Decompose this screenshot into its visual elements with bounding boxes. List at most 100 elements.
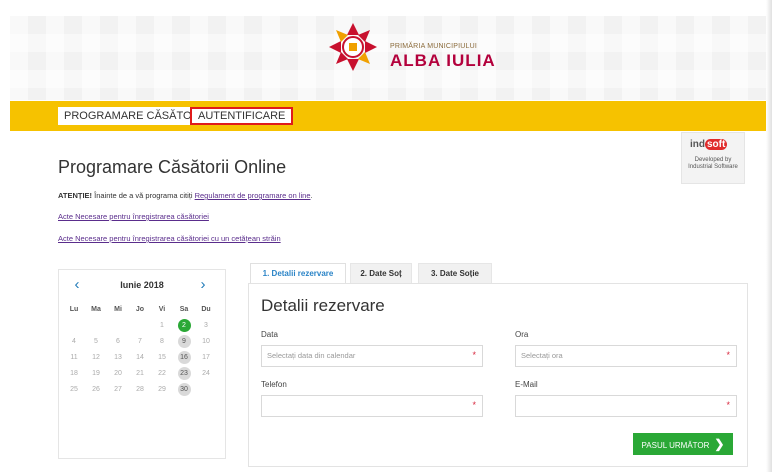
day-number: 19 [92, 370, 100, 377]
calendar-day[interactable]: 13 [107, 350, 129, 366]
calendar-day[interactable]: 2 [173, 318, 195, 334]
day-number: 3 [204, 322, 208, 329]
browser-frame: PRIMĂRIA MUNICIPIULUI ALBA IULIA PROGRAM… [0, 0, 772, 472]
day-number: 25 [70, 386, 78, 393]
day-number: 21 [136, 370, 144, 377]
calendar-day[interactable]: 12 [85, 350, 107, 366]
calendar-empty [107, 318, 129, 334]
weekday-label: Du [201, 306, 211, 313]
nav-autentificare[interactable]: AUTENTIFICARE [190, 107, 294, 125]
day-number: 27 [114, 386, 122, 393]
tab-date-sotie[interactable]: 3. Date Soție [418, 263, 492, 285]
acte-necesare-strain-link[interactable]: Acte Necesare pentru înregistrarea căsăt… [58, 234, 281, 243]
day-number: 18 [70, 370, 78, 377]
weekday-label: Mi [114, 306, 122, 313]
day-number: 15 [158, 354, 166, 361]
calendar-day[interactable]: 15 [151, 350, 173, 366]
indsoft-caption: Developed by Industrial Software [688, 157, 738, 170]
day-number: 29 [158, 386, 166, 393]
acte-necesare-link[interactable]: Acte Necesare pentru înregistrarea căsăt… [58, 212, 209, 221]
next-step-button[interactable]: PASUL URMĂTOR ❯ [633, 433, 733, 455]
calendar-grid: Lu Ma Mi Jo Vi Sa Du 1 2 3 4 5 6 7 8 9 10 11 12 13 14 15 16 17 1… [63, 302, 217, 398]
ora-field[interactable]: Selectați ora * [515, 345, 737, 367]
required-icon: * [726, 400, 730, 410]
tab-date-sot[interactable]: 2. Date Soț [350, 263, 412, 285]
chevron-left-icon[interactable]: ‹ [69, 277, 85, 294]
day-number: 9 [177, 335, 191, 348]
calendar-day[interactable]: 7 [129, 334, 151, 350]
day-number: 22 [158, 370, 166, 377]
calendar-day[interactable]: 4 [63, 334, 85, 350]
calendar-day[interactable]: 18 [63, 366, 85, 382]
calendar-day[interactable]: 25 [63, 382, 85, 398]
calendar-day[interactable]: 20 [107, 366, 129, 382]
weekday-label: Ma [91, 306, 101, 313]
chevron-right-icon: ❯ [714, 437, 725, 451]
day-number: 24 [202, 370, 210, 377]
calendar-day[interactable]: 16 [173, 350, 195, 366]
calendar-weekdays: Lu Ma Mi Jo Vi Sa Du [63, 302, 217, 318]
indsoft-logo: ind soft [690, 139, 728, 150]
nav-programare-casatorii[interactable]: PROGRAMARE CĂSĂTORII [58, 107, 212, 125]
regulament-link[interactable]: Regulament de programare on line [195, 191, 311, 200]
calendar-day[interactable]: 21 [129, 366, 151, 382]
site-header [10, 16, 766, 100]
calendar-day[interactable]: 27 [107, 382, 129, 398]
calendar-day[interactable]: 5 [85, 334, 107, 350]
day-number: 17 [202, 354, 210, 361]
calendar-day[interactable]: 24 [195, 366, 217, 382]
day-number: 12 [92, 354, 100, 361]
calendar-day[interactable]: 1 [151, 318, 173, 334]
chevron-right-icon[interactable]: › [195, 277, 211, 294]
calendar-day[interactable]: 11 [63, 350, 85, 366]
calendar-day[interactable]: 29 [151, 382, 173, 398]
calendar-empty [63, 318, 85, 334]
day-number [112, 318, 125, 331]
calendar-day[interactable]: 30 [173, 382, 195, 398]
ora-label: Ora [515, 330, 529, 339]
email-field[interactable]: * [515, 395, 737, 417]
calendar-day[interactable]: 19 [85, 366, 107, 382]
data-label: Data [261, 330, 278, 339]
calendar-day[interactable]: 14 [129, 350, 151, 366]
calendar-day[interactable]: 23 [173, 366, 195, 382]
weekday-label: Lu [69, 306, 79, 313]
calendar-day[interactable]: 6 [107, 334, 129, 350]
calendar-day[interactable]: 3 [195, 318, 217, 334]
calendar-empty [85, 318, 107, 334]
day-number: 7 [138, 338, 142, 345]
day-number: 30 [177, 383, 191, 396]
day-number [134, 318, 147, 331]
calendar-day[interactable]: 28 [129, 382, 151, 398]
day-number: 10 [202, 338, 210, 345]
calendar-day[interactable]: 8 [151, 334, 173, 350]
calendar-day[interactable]: 10 [195, 334, 217, 350]
day-number: 26 [92, 386, 100, 393]
calendar-empty [195, 382, 217, 398]
email-label: E-Mail [515, 380, 538, 389]
next-step-label: PASUL URMĂTOR [641, 441, 710, 450]
day-number: 28 [136, 386, 144, 393]
weekday-label: Vi [158, 306, 166, 313]
day-number: 5 [94, 338, 98, 345]
main-nav: PROGRAMARE CĂSĂTORII AUTENTIFICARE [10, 101, 766, 131]
calendar: ‹ Iunie 2018 › Lu Ma Mi Jo Vi Sa Du 1 2 3 4 5 6 7 8 9 10… [58, 269, 226, 459]
telefon-field[interactable]: * [261, 395, 483, 417]
weekday-label: Jo [135, 306, 145, 313]
data-field[interactable]: Selectați data din calendar * [261, 345, 483, 367]
calendar-day[interactable]: 17 [195, 350, 217, 366]
required-icon: * [472, 350, 476, 360]
indsoft-prefix: ind [690, 139, 705, 150]
tab-detalii-rezervare[interactable]: 1. Detalii rezervare [250, 263, 346, 284]
indsoft-suffix: soft [705, 139, 728, 150]
notice-end: . [310, 191, 313, 200]
calendar-day[interactable]: 26 [85, 382, 107, 398]
calendar-month: Iunie 2018 [120, 280, 164, 290]
required-icon: * [472, 400, 476, 410]
day-number: 6 [116, 338, 120, 345]
page-title: Programare Căsătorii Online [58, 157, 287, 177]
calendar-day[interactable]: 9 [173, 334, 195, 350]
calendar-day[interactable]: 22 [151, 366, 173, 382]
day-number: 23 [177, 367, 191, 380]
indsoft-badge[interactable]: ind soft Developed by Industrial Software [681, 132, 745, 184]
